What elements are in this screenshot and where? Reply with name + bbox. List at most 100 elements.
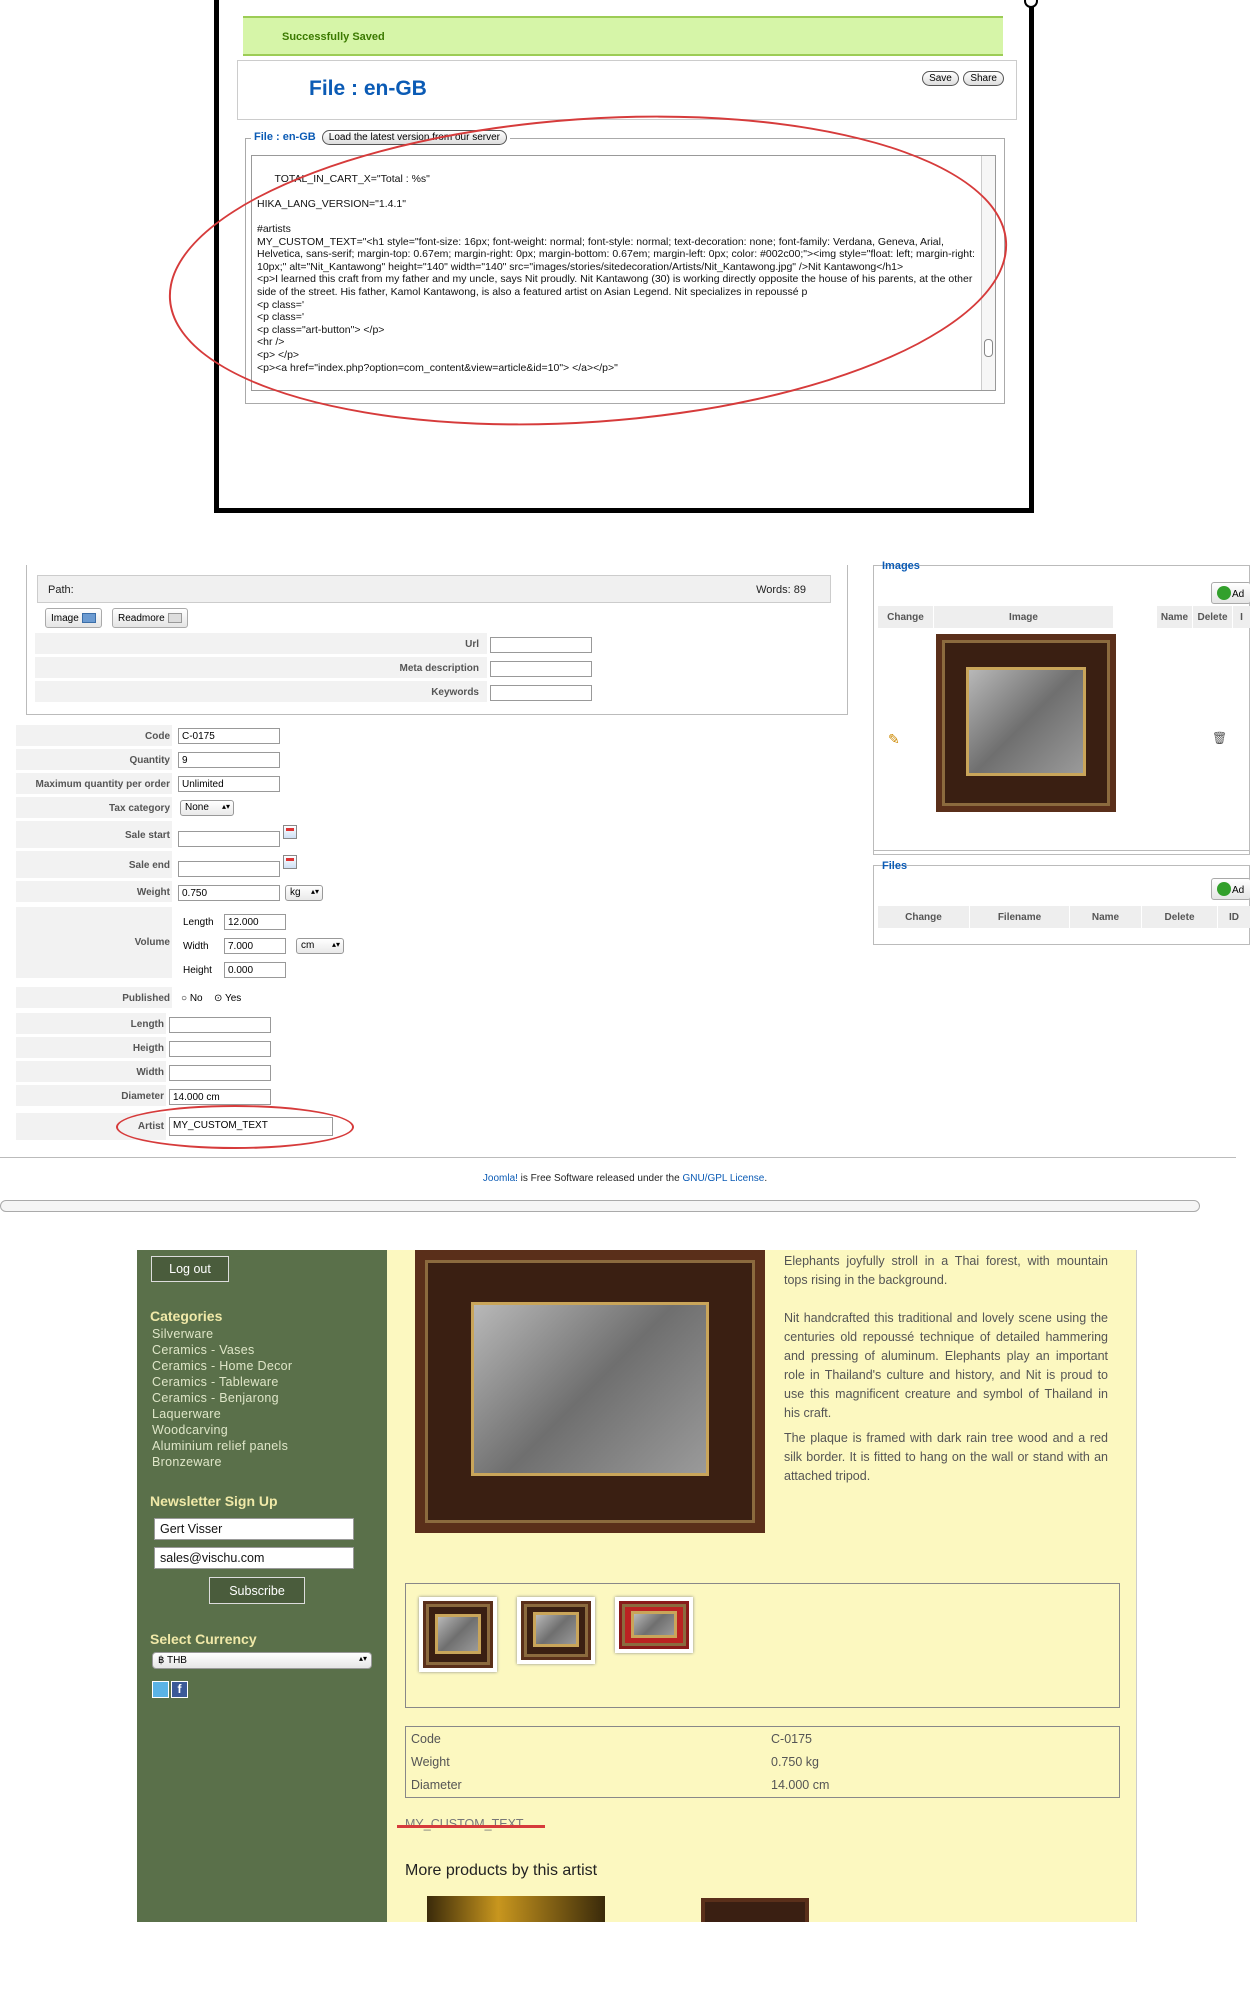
info-key: Diameter <box>411 1778 462 1792</box>
readmore-button-label: Readmore <box>118 613 165 624</box>
newsletter-email-input[interactable]: sales@vischu.com <box>154 1547 354 1569</box>
col-id: I <box>1233 606 1250 628</box>
col-delete: Delete <box>1142 906 1218 928</box>
currency-select[interactable]: ฿ THB ▴▾ <box>152 1652 372 1669</box>
width2-row: Width <box>16 1061 166 1083</box>
window-corner <box>1024 0 1038 8</box>
category-link[interactable]: Ceramics - Home Decor <box>152 1359 292 1373</box>
info-value: 14.000 cm <box>771 1778 830 1792</box>
add-image-button[interactable]: Ad <box>1211 582 1250 604</box>
subscribe-button[interactable]: Subscribe <box>209 1577 305 1604</box>
no-label: No <box>189 993 203 1004</box>
thumb-image <box>423 1601 493 1668</box>
calendar-icon[interactable] <box>283 855 297 869</box>
col-delete: Delete <box>1193 606 1233 628</box>
success-message: Successfully Saved <box>243 16 1003 56</box>
weight-unit-select[interactable]: kg ▴▾ <box>285 885 323 901</box>
volume-width-input[interactable]: 7.000 <box>224 938 286 954</box>
form-bottom-border <box>0 1157 1236 1158</box>
edit-icon[interactable]: ✎ <box>888 731 900 748</box>
file-header: File : en-GB Save Share <box>237 60 1017 120</box>
product-description: Elephants joyfully stroll in a Thai fore… <box>784 1252 1108 1486</box>
gallery-thumb[interactable] <box>419 1597 497 1672</box>
related-product-image[interactable] <box>427 1896 605 1922</box>
col-name: Name <box>1070 906 1142 928</box>
logout-button[interactable]: Log out <box>151 1256 229 1282</box>
select-arrows-icon: ▴▾ <box>310 887 319 896</box>
meta-description-input[interactable] <box>490 661 592 677</box>
published-yes-radio[interactable]: ⊙ Yes <box>214 993 241 1004</box>
weight-label: Weight <box>136 887 170 898</box>
volume-unit-select[interactable]: cm ▴▾ <box>296 938 344 954</box>
published-no-radio[interactable]: ○ No <box>181 993 203 1004</box>
weight-input[interactable]: 0.750 <box>178 885 280 901</box>
save-button[interactable]: Save <box>922 71 959 86</box>
quantity-input[interactable]: 9 <box>178 752 280 768</box>
sale-end-input[interactable] <box>178 861 280 877</box>
facebook-icon[interactable]: f <box>171 1681 188 1698</box>
gallery-thumb[interactable] <box>615 1597 693 1653</box>
meta-label: Meta description <box>399 663 479 674</box>
length-input[interactable] <box>169 1017 271 1033</box>
related-product-image[interactable] <box>701 1898 809 1922</box>
joomla-link[interactable]: Joomla! <box>483 1173 518 1184</box>
code-input[interactable]: C-0175 <box>178 728 280 744</box>
salestart-label: Sale start <box>124 830 170 841</box>
volume-height-input[interactable]: 0.000 <box>224 962 286 978</box>
heigth2-label: Heigth <box>132 1043 164 1054</box>
weight-unit-value: kg <box>290 887 301 898</box>
volume-label: Volume <box>134 937 170 948</box>
published-label: Published <box>122 993 170 1004</box>
info-value: 0.750 kg <box>771 1755 819 1769</box>
tax-select[interactable]: None ▴▾ <box>180 800 234 816</box>
keywords-input[interactable] <box>490 685 592 701</box>
category-link[interactable]: Ceramics - Tableware <box>152 1375 279 1389</box>
header-buttons: Save Share <box>922 68 1004 86</box>
path-label: Path: <box>48 584 74 596</box>
quantity-label: Quantity <box>129 755 170 766</box>
category-link[interactable]: Silverware <box>152 1327 213 1341</box>
product-info-table: Code C-0175 Weight 0.750 kg Diameter 14.000… <box>405 1726 1120 1798</box>
diameter-input[interactable]: 14.000 cm <box>169 1089 271 1105</box>
url-row: Url <box>35 633 487 655</box>
readmore-button[interactable]: Readmore <box>112 608 188 628</box>
image-button[interactable]: Image <box>45 608 102 628</box>
width-input[interactable] <box>169 1065 271 1081</box>
heigth-input[interactable] <box>169 1041 271 1057</box>
info-row: Code C-0175 <box>411 1732 1111 1755</box>
media-panel: Images Ad Change Image Name Delete I ✎ 🗑 <box>873 560 1250 855</box>
trash-icon[interactable]: 🗑 <box>1212 731 1227 745</box>
relief-panel <box>630 1610 678 1639</box>
share-button[interactable]: Share <box>963 71 1004 86</box>
product-main-image[interactable] <box>415 1250 765 1533</box>
calendar-icon[interactable] <box>283 825 297 839</box>
files-panel: Files Ad Change Filename Name Delete ID <box>873 860 1250 945</box>
volume-length-input[interactable]: 12.000 <box>224 914 286 930</box>
code-label: Code <box>145 731 170 742</box>
category-link[interactable]: Aluminium relief panels <box>152 1439 288 1453</box>
horizontal-scrollbar[interactable] <box>0 1200 1200 1212</box>
category-link[interactable]: Ceramics - Benjarong <box>152 1391 279 1405</box>
code-row: Code <box>16 725 172 747</box>
scroll-thumb[interactable] <box>984 339 993 357</box>
sale-start-input[interactable] <box>178 831 280 847</box>
custom-text-output: MY_CUSTOM_TEXT <box>405 1817 524 1831</box>
product-edit-form: Path: Words: 89 Image Readmore Url Meta … <box>0 560 1250 1215</box>
col-change: Change <box>878 606 934 628</box>
gpl-link[interactable]: GNU/GPL License <box>682 1173 764 1184</box>
sidebar: Log out Categories Silverware Ceramics -… <box>137 1250 387 1922</box>
word-count: Words: 89 <box>756 584 806 596</box>
add-file-button[interactable]: Ad <box>1211 878 1250 900</box>
tax-row: Tax category <box>16 797 172 819</box>
newsletter-name-input[interactable]: Gert Visser <box>154 1518 354 1540</box>
max-quantity-input[interactable]: Unlimited <box>178 776 280 792</box>
add-image-label: Ad <box>1232 589 1245 600</box>
category-link[interactable]: Bronzeware <box>152 1455 222 1469</box>
gallery-thumb[interactable] <box>517 1597 595 1664</box>
category-link[interactable]: Ceramics - Vases <box>152 1343 255 1357</box>
twitter-icon[interactable] <box>152 1681 169 1698</box>
meta-row: Meta description <box>35 657 487 679</box>
url-input[interactable] <box>490 637 592 653</box>
category-link[interactable]: Laquerware <box>152 1407 221 1421</box>
category-link[interactable]: Woodcarving <box>152 1423 228 1437</box>
